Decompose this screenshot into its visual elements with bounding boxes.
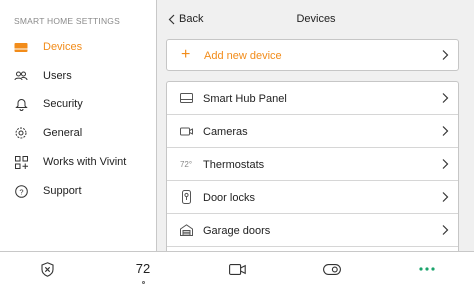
chevron-right-icon bbox=[442, 192, 449, 202]
device-row-label: Door locks bbox=[203, 192, 255, 204]
sidebar-item-label: Works with Vivint bbox=[43, 156, 127, 168]
video-camera-icon bbox=[228, 263, 246, 275]
sidebar-item-label: Support bbox=[43, 185, 82, 197]
chevron-right-icon bbox=[442, 50, 449, 60]
gear-icon bbox=[14, 126, 28, 140]
back-button[interactable]: Back bbox=[168, 11, 203, 27]
toggle-nav-button[interactable] bbox=[302, 252, 362, 285]
temperature-value: 72 bbox=[135, 260, 151, 276]
users-icon bbox=[14, 69, 28, 83]
svg-text:?: ? bbox=[19, 187, 23, 196]
more-nav-button[interactable] bbox=[397, 252, 457, 285]
add-new-device-label: Add new device bbox=[204, 50, 282, 62]
camera-nav-button[interactable] bbox=[207, 252, 267, 285]
device-row-smart-hub-panel[interactable]: Smart Hub Panel bbox=[167, 82, 458, 115]
sidebar-item-works-with-vivint[interactable]: Works with Vivint bbox=[0, 148, 157, 176]
chevron-right-icon bbox=[442, 93, 449, 103]
chevron-right-icon bbox=[442, 159, 449, 169]
bell-icon bbox=[14, 97, 28, 111]
chevron-right-icon bbox=[442, 126, 449, 136]
device-row-cameras[interactable]: Cameras bbox=[167, 115, 458, 148]
sidebar-heading: SMART HOME SETTINGS bbox=[14, 16, 120, 26]
plus-icon: + bbox=[181, 46, 191, 63]
page-title: Devices bbox=[296, 13, 336, 25]
lock-icon bbox=[179, 190, 193, 204]
thermostat-icon-text: 72° bbox=[179, 159, 193, 169]
sidebar-item-label: General bbox=[43, 127, 83, 139]
device-list: Smart Hub Panel Cameras 72° Thermostats … bbox=[166, 81, 459, 253]
device-row-garage-doors[interactable]: Garage doors bbox=[167, 214, 458, 247]
bottom-navigation: 72 bbox=[0, 251, 474, 285]
device-row-label: Thermostats bbox=[203, 159, 265, 171]
sidebar-item-label: Devices bbox=[43, 41, 83, 53]
sidebar-item-users[interactable]: Users bbox=[0, 62, 157, 90]
help-icon: ? bbox=[14, 184, 28, 198]
thermostat-indicator-icon bbox=[141, 281, 145, 284]
chevron-right-icon bbox=[442, 225, 449, 235]
toggle-icon bbox=[323, 263, 341, 275]
grid-plus-icon bbox=[14, 155, 28, 169]
sidebar-item-label: Security bbox=[43, 98, 83, 110]
shield-icon bbox=[40, 261, 54, 277]
security-nav-button[interactable] bbox=[17, 252, 77, 285]
chevron-left-icon bbox=[168, 14, 175, 24]
sidebar-item-general[interactable]: General bbox=[0, 119, 157, 147]
device-row-label: Cameras bbox=[203, 126, 248, 138]
thermostat-nav-button[interactable]: 72 bbox=[113, 252, 173, 285]
panel-icon bbox=[179, 91, 193, 105]
sidebar-item-security[interactable]: Security bbox=[0, 90, 157, 118]
more-dots-icon bbox=[419, 267, 435, 271]
device-row-label: Garage doors bbox=[203, 225, 271, 237]
thermostat-icon: 72° bbox=[179, 157, 193, 171]
sidebar-item-label: Users bbox=[43, 70, 72, 82]
sidebar-item-support[interactable]: ? Support bbox=[0, 177, 157, 205]
add-new-device-button[interactable]: + Add new device bbox=[166, 39, 459, 71]
sidebar: SMART HOME SETTINGS Devices Users Securi… bbox=[0, 0, 157, 251]
devices-icon bbox=[14, 40, 28, 54]
device-row-label: Smart Hub Panel bbox=[203, 93, 287, 105]
back-label: Back bbox=[179, 13, 204, 25]
garage-icon bbox=[179, 223, 193, 237]
sidebar-item-devices[interactable]: Devices bbox=[0, 33, 157, 61]
device-row-door-locks[interactable]: Door locks bbox=[167, 181, 458, 214]
camera-icon bbox=[179, 124, 193, 138]
device-row-thermostats[interactable]: 72° Thermostats bbox=[167, 148, 458, 181]
